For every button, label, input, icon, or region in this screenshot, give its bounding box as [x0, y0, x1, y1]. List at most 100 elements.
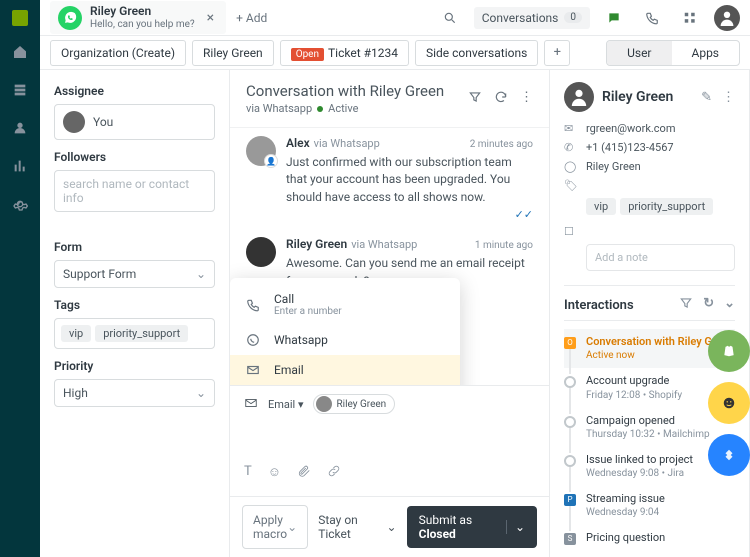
tab-title: Riley Green [90, 5, 195, 18]
interaction-item[interactable]: SPricing question [564, 525, 735, 551]
tag-chip: priority_support [620, 198, 713, 215]
timeline-dot-icon [564, 376, 576, 388]
form-label: Form [54, 240, 215, 254]
assignee-label: Assignee [54, 84, 215, 98]
add-tab-button[interactable]: + Add [236, 11, 267, 25]
close-tab-icon[interactable]: × [203, 10, 218, 26]
shopify-fab[interactable] [708, 330, 750, 372]
priority-label: Priority [54, 359, 215, 373]
customer-phone: +1 (415)123-4567 [586, 141, 674, 154]
search-icon[interactable] [436, 4, 464, 32]
add-side-conversation-button[interactable]: + [544, 40, 570, 66]
jira-fab[interactable] [708, 434, 750, 476]
stay-on-ticket-select[interactable]: Stay on Ticket⌄ [318, 513, 396, 541]
conversations-pill[interactable]: Conversations 0 [474, 7, 590, 29]
conversation-panel: Conversation with Riley Green via Whatsa… [230, 70, 550, 557]
whatsapp-icon: ◯ [564, 160, 578, 173]
delivered-icon: ✓✓ [286, 208, 533, 221]
top-bar: Riley Green Hello, can you help me? × + … [40, 0, 750, 36]
customer-whatsapp: Riley Green [586, 160, 641, 173]
customers-icon[interactable] [12, 120, 28, 140]
tag-chip[interactable]: priority_support [95, 325, 188, 342]
text-format-icon[interactable]: T [244, 464, 252, 482]
overflow-icon[interactable]: ⋮ [520, 90, 533, 108]
filter-icon[interactable] [468, 90, 482, 108]
priority-select[interactable]: High⌄ [54, 379, 215, 407]
interaction-item[interactable]: PStreaming issueWednesday 9:04 [564, 486, 735, 525]
tags-label: Tags [54, 298, 215, 312]
channel-call[interactable]: CallEnter a number [230, 284, 460, 325]
left-rail [0, 0, 40, 557]
channel-whatsapp[interactable]: Whatsapp [230, 325, 460, 355]
context-segment: User Apps [606, 40, 740, 66]
email-icon: ✉ [564, 122, 578, 135]
overflow-icon[interactable]: ⋮ [722, 90, 735, 105]
segment-user[interactable]: User [607, 41, 671, 65]
chevron-down-icon: ⌄ [196, 267, 206, 281]
note-icon: ☐ [564, 225, 578, 238]
link-icon[interactable] [327, 464, 341, 482]
macro-select[interactable]: Apply macro⌄ [242, 505, 308, 549]
channel-email[interactable]: Email [230, 355, 460, 385]
tags-field[interactable]: vip priority_support [54, 318, 215, 349]
interactions-heading: Interactions [564, 298, 634, 313]
timeline-dot-icon [564, 416, 576, 428]
email-icon [244, 363, 262, 377]
channel-menu: CallEnter a number Whatsapp Email Intern… [230, 278, 460, 385]
views-icon[interactable] [12, 82, 28, 102]
followers-label: Followers [54, 150, 215, 164]
emoji-icon[interactable]: ☺ [268, 464, 281, 482]
tab-ticket[interactable]: OpenTicket #1234 [280, 40, 409, 66]
compose-channel[interactable]: Email ▾ [268, 398, 303, 411]
status-open-icon: O [564, 337, 576, 349]
message: 👤 Alexvia Whatsapp2 minutes ago Just con… [246, 136, 533, 221]
tab-subtitle: Hello, can you help me? [90, 19, 195, 30]
attachment-icon[interactable] [297, 464, 311, 482]
conversation-title: Conversation with Riley Green [246, 82, 444, 100]
timeline-dot-icon [564, 455, 576, 467]
talk-icon[interactable] [638, 4, 666, 32]
recipient-avatar [316, 396, 332, 412]
tag-chip: vip [586, 198, 616, 215]
context-tabs: Organization (Create) Riley Green OpenTi… [40, 36, 750, 70]
tag-chip[interactable]: vip [61, 325, 91, 342]
compose-recipient-chip[interactable]: Riley Green [313, 394, 395, 414]
phone-icon [244, 298, 262, 312]
admin-icon[interactable] [12, 196, 28, 216]
context-panel: Riley Green ✎⋮ ✉rgreen@work.com ✆+1 (415… [550, 70, 750, 557]
tab-organization[interactable]: Organization (Create) [50, 40, 186, 66]
profile-avatar[interactable] [714, 5, 740, 31]
apps-grid-icon[interactable] [676, 4, 704, 32]
brand-logo-icon [12, 10, 28, 26]
customer-avatar [564, 82, 594, 112]
refresh-icon[interactable]: ↻ [703, 296, 714, 314]
status-open-badge: Open [291, 48, 324, 61]
footer-bar: Apply macro⌄ Stay on Ticket⌄ Submit as C… [230, 496, 549, 557]
workspace-tab[interactable]: Riley Green Hello, can you help me? × [50, 1, 226, 33]
tab-side-conversations[interactable]: Side conversations [415, 40, 538, 66]
submit-button[interactable]: Submit as Closed⌄ [407, 506, 537, 548]
add-note-input[interactable]: Add a note [586, 244, 735, 271]
filter-icon[interactable] [679, 296, 693, 314]
active-dot-icon [317, 106, 323, 112]
edit-icon[interactable]: ✎ [701, 90, 712, 105]
conversations-count: 0 [564, 12, 582, 23]
chat-status-icon[interactable] [600, 4, 628, 32]
assignee-avatar [63, 111, 85, 133]
followers-input[interactable]: search name or contact info [54, 170, 215, 212]
chevron-down-icon: ⌄ [196, 386, 206, 400]
form-select[interactable]: Support Form⌄ [54, 260, 215, 288]
whatsapp-icon [244, 333, 262, 347]
reporting-icon[interactable] [12, 158, 28, 178]
customer-avatar [246, 237, 276, 267]
chevron-down-icon[interactable]: ⌄ [724, 296, 735, 314]
home-icon[interactable] [12, 44, 28, 64]
tab-user[interactable]: Riley Green [192, 40, 274, 66]
assignee-field[interactable]: You [54, 104, 215, 140]
status-pending-icon: P [564, 494, 576, 506]
mailchimp-fab[interactable] [708, 382, 750, 424]
segment-apps[interactable]: Apps [672, 41, 740, 65]
refresh-icon[interactable] [494, 90, 508, 108]
customer-email: rgreen@work.com [586, 122, 675, 135]
chevron-down-icon[interactable]: ⌄ [515, 520, 525, 534]
